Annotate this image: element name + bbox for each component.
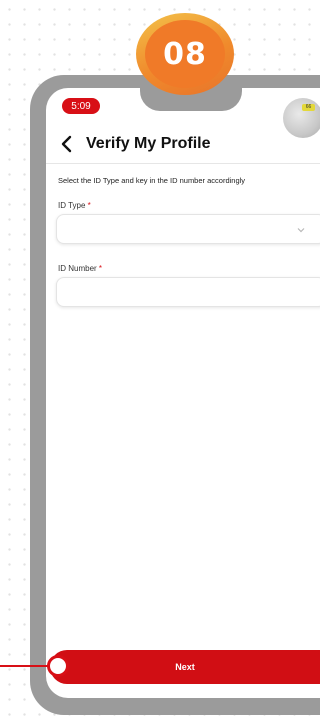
page-title: Verify My Profile (86, 135, 211, 152)
id-type-select[interactable] (56, 214, 320, 244)
required-mark: * (98, 264, 103, 273)
page-header: Verify My Profile (60, 132, 211, 156)
id-number-label-text: ID Number (58, 264, 97, 273)
chevron-left-icon[interactable] (60, 134, 74, 154)
status-time: 5:09 (62, 98, 100, 114)
instructions-text: Select the ID Type and key in the ID num… (58, 176, 246, 185)
id-type-label-text: ID Type (58, 201, 86, 210)
connector-dot (47, 655, 69, 677)
chevron-down-icon (297, 228, 305, 233)
required-mark: * (87, 201, 91, 210)
connector-line (0, 665, 50, 667)
next-button[interactable]: Next (50, 650, 320, 684)
id-number-input[interactable] (56, 277, 320, 307)
header-divider (46, 163, 320, 164)
step-number-badge: 08 (145, 20, 225, 88)
battery-icon: 66 (302, 104, 315, 111)
id-type-label: ID Type * (58, 201, 91, 210)
id-number-label: ID Number * (58, 264, 102, 273)
